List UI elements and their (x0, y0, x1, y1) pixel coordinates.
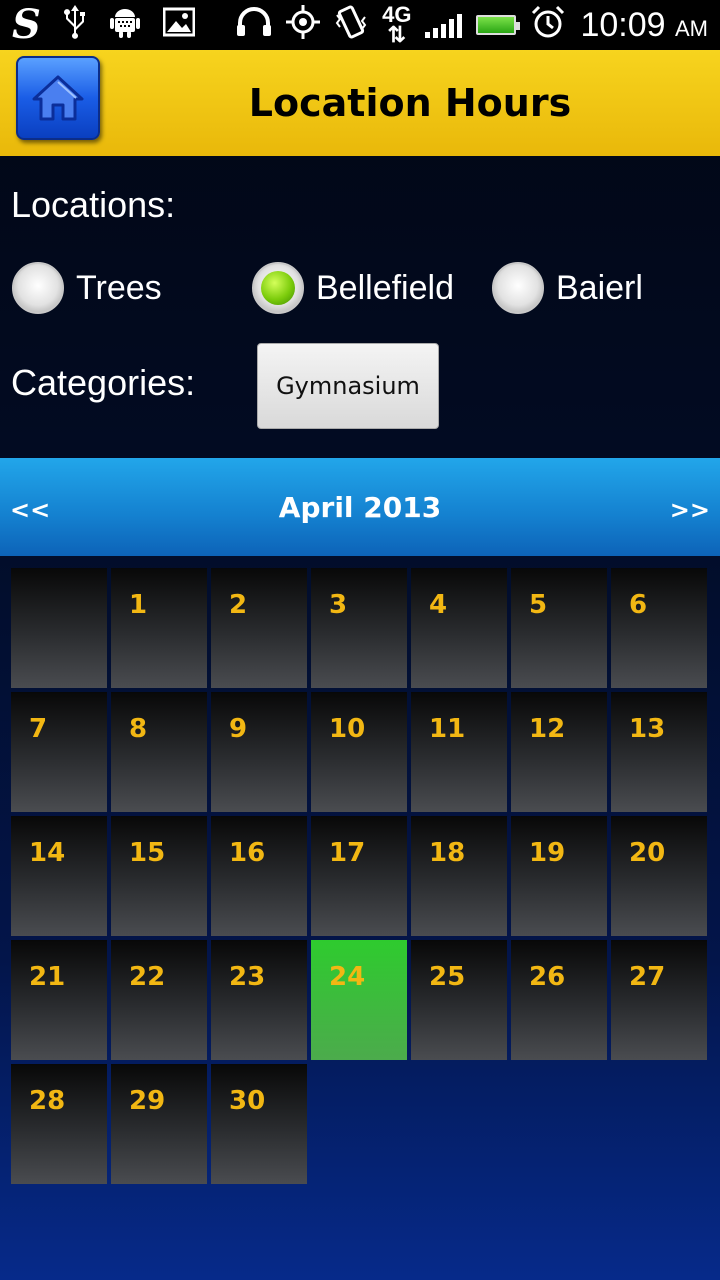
home-icon (32, 75, 84, 121)
calendar-day[interactable]: 17 (311, 816, 407, 936)
radio-button[interactable] (492, 262, 544, 314)
calendar-day[interactable]: 15 (111, 816, 207, 936)
radio-button-selected[interactable] (252, 262, 304, 314)
calendar-day[interactable]: 10 (311, 692, 407, 812)
page-title: Location Hours (248, 81, 572, 125)
status-bar: S 4G ⇅ 10:09 AM (0, 0, 720, 50)
calendar-day[interactable]: 1 (111, 568, 207, 688)
calendar-day[interactable]: 9 (211, 692, 307, 812)
gps-icon (286, 5, 321, 45)
calendar-day[interactable]: 20 (611, 816, 707, 936)
calendar-day[interactable]: 30 (211, 1064, 307, 1184)
calendar-day[interactable]: 27 (611, 940, 707, 1060)
radio-location-trees[interactable]: Trees (12, 262, 162, 314)
radio-location-baierl[interactable]: Baierl (492, 262, 643, 314)
title-bar: Location Hours (0, 50, 720, 156)
next-month-button[interactable]: >> (670, 458, 710, 556)
calendar-day[interactable]: 2 (211, 568, 307, 688)
status-clock: 10:09 AM (580, 5, 708, 44)
s-app-icon: S (12, 1, 41, 48)
month-title: April 2013 (278, 491, 442, 524)
prev-month-button[interactable]: << (10, 458, 50, 556)
network-4g-icon: 4G ⇅ (382, 2, 412, 47)
locations-label: Locations: (11, 184, 176, 225)
radio-selected-indicator (261, 271, 295, 305)
calendar-day[interactable]: 26 (511, 940, 607, 1060)
calendar-day[interactable]: 8 (111, 692, 207, 812)
calendar-day[interactable]: 3 (311, 568, 407, 688)
radio-location-bellefield[interactable]: Bellefield (252, 262, 454, 314)
calendar-grid: 1 2 3 4 5 6 7 8 9 10 11 12 13 14 15 16 17 18 19 20 21 22 23 24 2… (11, 568, 707, 1184)
calendar-day[interactable]: 21 (11, 940, 107, 1060)
home-button[interactable] (16, 56, 100, 140)
radio-label-bellefield: Bellefield (316, 268, 454, 307)
image-icon (162, 7, 196, 43)
calendar-day[interactable]: 16 (211, 816, 307, 936)
category-selector-button[interactable]: Gymnasium (257, 343, 439, 429)
calendar-day[interactable]: 5 (511, 568, 607, 688)
battery-charging-icon (476, 15, 521, 35)
calendar-day-selected[interactable]: 24 (311, 940, 407, 1060)
calendar-day[interactable]: 11 (411, 692, 507, 812)
usb-icon (63, 5, 87, 45)
categories-label: Categories: (11, 362, 196, 403)
radio-label-trees: Trees (76, 268, 162, 307)
calendar-day[interactable]: 18 (411, 816, 507, 936)
alarm-icon (530, 4, 566, 46)
calendar-day[interactable]: 14 (11, 816, 107, 936)
calendar-day[interactable]: 7 (11, 692, 107, 812)
calendar-day[interactable]: 13 (611, 692, 707, 812)
calendar-day[interactable]: 22 (111, 940, 207, 1060)
radio-button[interactable] (12, 262, 64, 314)
month-header: << April 2013 >> (0, 458, 720, 556)
radio-label-baierl: Baierl (556, 268, 643, 307)
signal-icon (425, 12, 463, 38)
calendar-blank-cell (11, 568, 107, 688)
calendar-day[interactable]: 23 (211, 940, 307, 1060)
calendar-day[interactable]: 12 (511, 692, 607, 812)
android-debug-icon (109, 5, 141, 45)
calendar-day[interactable]: 25 (411, 940, 507, 1060)
calendar-day[interactable]: 4 (411, 568, 507, 688)
calendar-day[interactable]: 29 (111, 1064, 207, 1184)
calendar-day[interactable]: 6 (611, 568, 707, 688)
headphones-icon (236, 7, 272, 43)
calendar-day[interactable]: 19 (511, 816, 607, 936)
calendar-day[interactable]: 28 (11, 1064, 107, 1184)
vibrate-icon (334, 5, 368, 45)
